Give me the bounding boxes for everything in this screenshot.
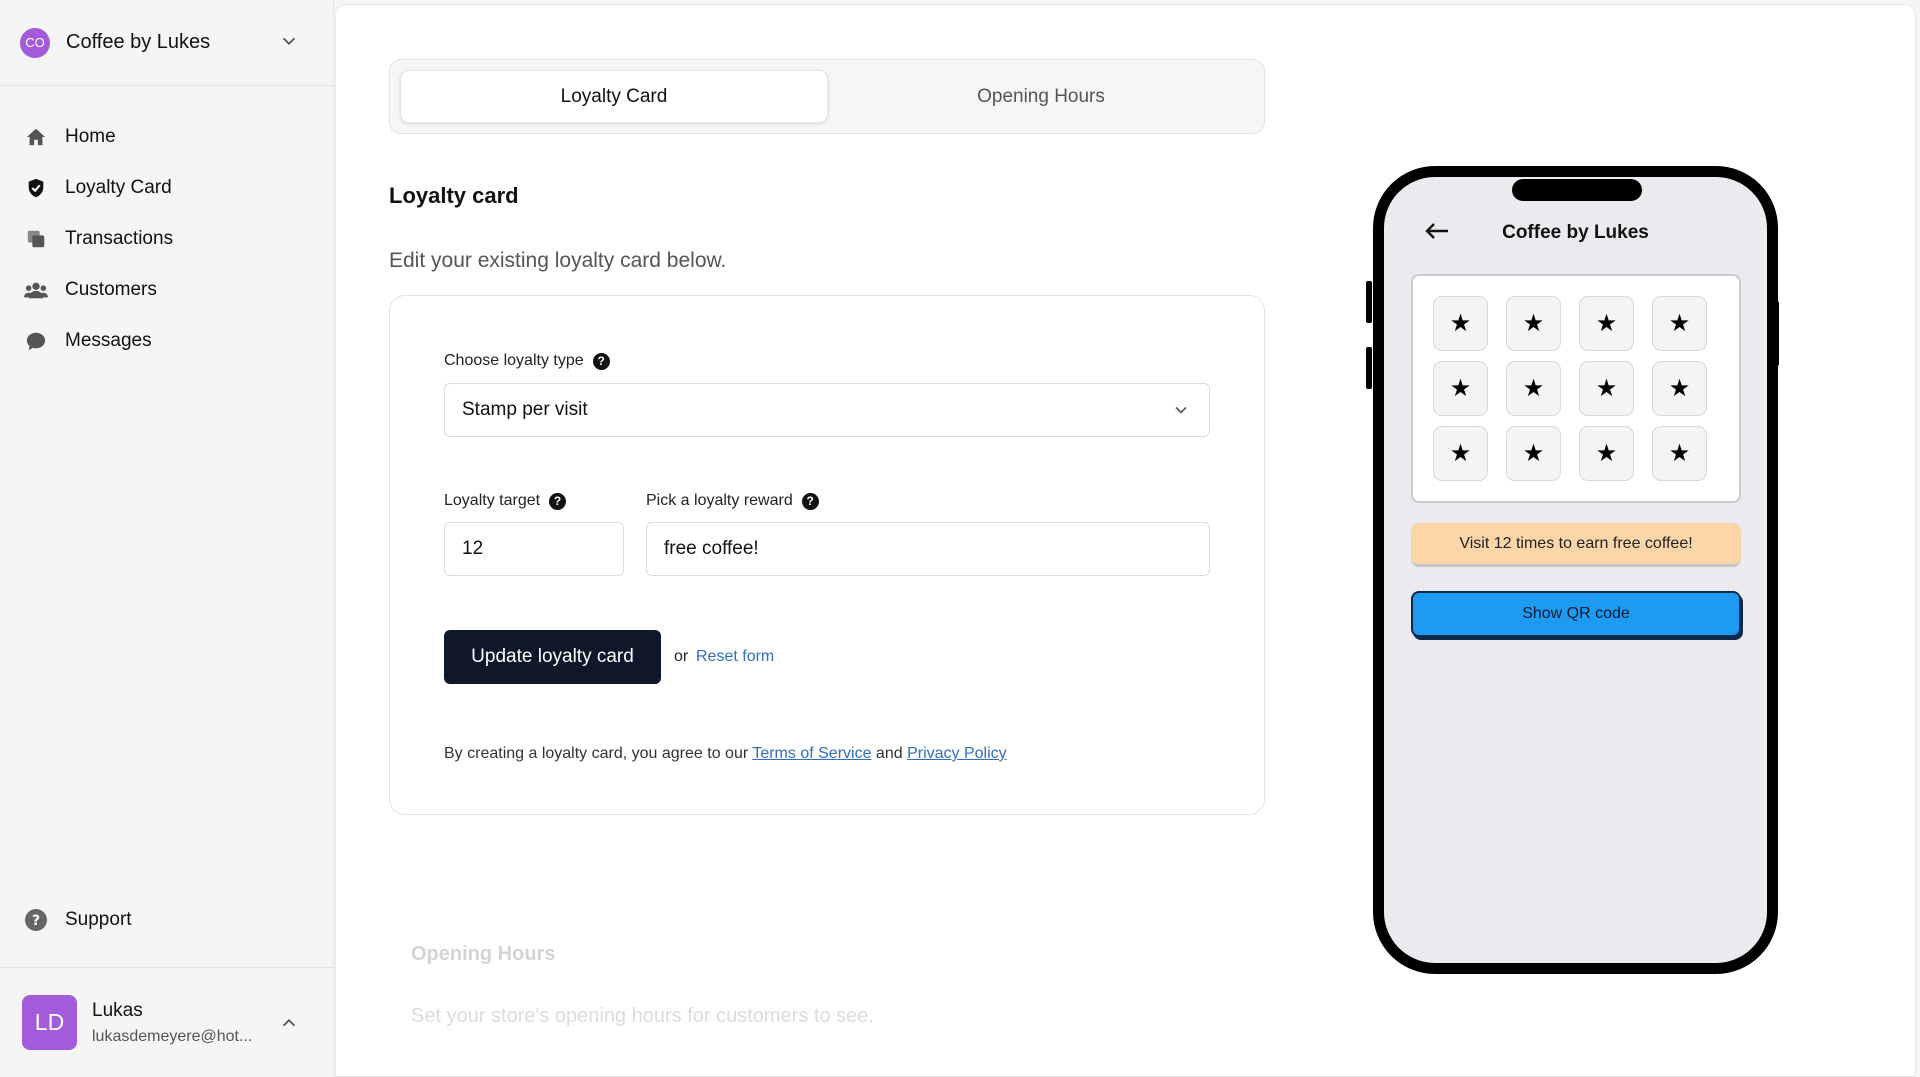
stamp-slot: ★	[1506, 361, 1561, 416]
loyalty-type-label: Choose loyalty type ?	[444, 352, 610, 370]
or-text: or	[674, 648, 689, 665]
sidebar-item-label: Customers	[65, 278, 157, 300]
avatar: LD	[22, 995, 77, 1050]
field-label-text: Pick a loyalty reward	[646, 492, 793, 509]
sidebar-item-label: Transactions	[65, 227, 174, 249]
star-icon: ★	[1449, 440, 1472, 467]
sidebar-item-support[interactable]: ? Support	[0, 894, 334, 945]
chat-icon	[24, 329, 48, 353]
star-icon: ★	[1595, 440, 1618, 467]
stamp-slot: ★	[1433, 426, 1488, 481]
sidebar-item-label: Loyalty Card	[65, 176, 172, 198]
shield-icon	[24, 176, 48, 200]
stamp-card: ★ ★ ★ ★ ★ ★ ★ ★ ★ ★ ★ ★	[1411, 274, 1741, 503]
loyalty-form-card: Choose loyalty type ? Stamp per visit Lo…	[389, 295, 1265, 815]
reward-banner: Visit 12 times to earn free coffee!	[1411, 523, 1741, 567]
org-switcher[interactable]: CO Coffee by Lukes	[0, 0, 334, 86]
loyalty-target-input[interactable]	[444, 522, 624, 576]
star-icon: ★	[1449, 310, 1472, 337]
loyalty-target-label: Loyalty target ?	[444, 492, 567, 510]
star-icon: ★	[1522, 310, 1545, 337]
chevron-down-icon	[1175, 406, 1187, 414]
field-label-text: Choose loyalty type	[444, 352, 584, 369]
terms-notice: By creating a loyalty card, you agree to…	[444, 745, 1007, 763]
question-icon: ?	[24, 908, 48, 932]
loyalty-reward-input[interactable]	[646, 522, 1210, 576]
phone-notch	[1512, 179, 1642, 201]
star-icon: ★	[1668, 375, 1691, 402]
star-icon: ★	[1668, 310, 1691, 337]
main-content: Loyalty Card Opening Hours Loyalty card …	[335, 4, 1916, 1077]
stamp-slot: ★	[1433, 296, 1488, 351]
sidebar-nav: Home Loyalty Card Transactions Customers	[0, 111, 334, 366]
sidebar-item-label: Home	[65, 125, 116, 147]
opening-hours-title: Opening Hours	[411, 943, 556, 965]
chevron-up-icon	[282, 1018, 296, 1027]
sidebar-item-transactions[interactable]: Transactions	[0, 213, 334, 264]
app-root: CO Coffee by Lukes Home Loyalty Card Tra…	[0, 0, 1920, 1077]
phone-side-button	[1366, 281, 1372, 323]
reset-form-link[interactable]: Reset form	[696, 648, 774, 666]
sidebar-item-customers[interactable]: Customers	[0, 264, 334, 315]
sidebar-item-label: Support	[65, 908, 132, 930]
stamp-slot: ★	[1579, 361, 1634, 416]
sidebar-item-loyalty-card[interactable]: Loyalty Card	[0, 162, 334, 213]
help-icon[interactable]: ?	[549, 492, 567, 510]
sidebar-item-label: Messages	[65, 329, 152, 351]
section-title: Loyalty card	[389, 183, 519, 208]
stamp-slot: ★	[1652, 426, 1707, 481]
section-description: Edit your existing loyalty card below.	[389, 249, 727, 272]
stamp-slot: ★	[1433, 361, 1488, 416]
star-icon: ★	[1522, 375, 1545, 402]
terms-of-service-link[interactable]: Terms of Service	[752, 745, 871, 762]
phone-title: Coffee by Lukes	[1502, 222, 1649, 243]
stamp-slot: ★	[1652, 361, 1707, 416]
user-menu[interactable]: LD Lukas lukasdemeyere@hot...	[0, 967, 334, 1077]
org-name: Coffee by Lukes	[66, 31, 211, 53]
sidebar: CO Coffee by Lukes Home Loyalty Card Tra…	[0, 0, 334, 1077]
copy-icon	[24, 227, 48, 251]
users-icon	[24, 278, 48, 302]
terms-prefix: By creating a loyalty card, you agree to…	[444, 745, 749, 762]
svg-text:?: ?	[32, 913, 40, 929]
tab-opening-hours[interactable]: Opening Hours	[828, 70, 1254, 123]
org-avatar: CO	[20, 27, 50, 58]
field-label-text: Loyalty target	[444, 492, 541, 509]
star-icon: ★	[1668, 440, 1691, 467]
help-icon[interactable]: ?	[801, 492, 819, 510]
sidebar-item-messages[interactable]: Messages	[0, 315, 334, 366]
user-email: lukasdemeyere@hot...	[92, 1027, 253, 1045]
user-info: Lukas lukasdemeyere@hot...	[92, 1000, 252, 1046]
opening-hours-description: Set your store's opening hours for custo…	[411, 1005, 874, 1027]
stamp-slot: ★	[1652, 296, 1707, 351]
star-icon: ★	[1595, 375, 1618, 402]
show-qr-code-button[interactable]: Show QR code	[1411, 591, 1741, 637]
loyalty-reward-label: Pick a loyalty reward ?	[646, 492, 819, 510]
chevron-down-icon	[282, 37, 296, 46]
sidebar-support: ? Support	[0, 894, 334, 945]
loyalty-type-select[interactable]: Stamp per visit	[444, 383, 1210, 437]
home-icon	[24, 125, 48, 149]
tab-loyalty-card[interactable]: Loyalty Card	[400, 70, 828, 123]
star-icon: ★	[1522, 440, 1545, 467]
star-icon: ★	[1595, 310, 1618, 337]
terms-and: and	[875, 745, 903, 762]
privacy-policy-link[interactable]: Privacy Policy	[907, 745, 1007, 762]
stamp-slot: ★	[1506, 426, 1561, 481]
stamp-slot: ★	[1579, 296, 1634, 351]
star-icon: ★	[1449, 375, 1472, 402]
user-name: Lukas	[92, 999, 143, 1021]
phone-preview: Coffee by Lukes ★ ★ ★ ★ ★ ★ ★ ★ ★ ★ ★ ★ Visit 12 ti…	[1373, 166, 1778, 974]
phone-side-button	[1366, 347, 1372, 389]
select-value: Stamp per visit	[462, 399, 588, 420]
stamp-grid: ★ ★ ★ ★ ★ ★ ★ ★ ★ ★ ★ ★	[1433, 296, 1719, 481]
stamp-slot: ★	[1506, 296, 1561, 351]
help-icon[interactable]: ?	[592, 352, 610, 370]
tab-list: Loyalty Card Opening Hours	[389, 59, 1265, 134]
stamp-slot: ★	[1579, 426, 1634, 481]
sidebar-item-home[interactable]: Home	[0, 111, 334, 162]
update-loyalty-card-button[interactable]: Update loyalty card	[444, 630, 661, 684]
